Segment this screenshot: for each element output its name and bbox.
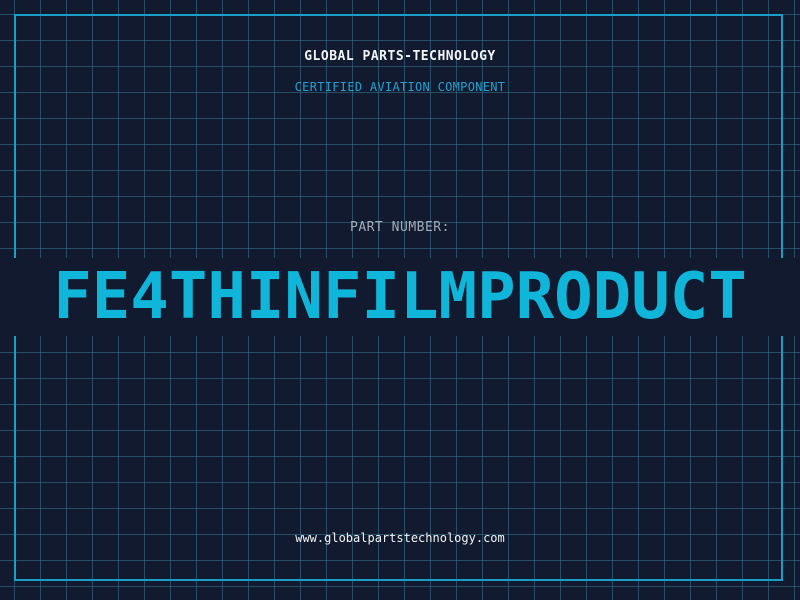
company-name: GLOBAL PARTS-TECHNOLOGY: [304, 49, 496, 64]
part-number-label: PART NUMBER:: [350, 220, 450, 235]
label-card: GLOBAL PARTS-TECHNOLOGY CERTIFIED AVIATI…: [0, 0, 800, 600]
website-url: www.globalpartstechnology.com: [295, 531, 505, 545]
certification-tagline: CERTIFIED AVIATION COMPONENT: [294, 80, 506, 94]
part-number-value: FE4THINFILMPRODUCT: [53, 260, 747, 334]
